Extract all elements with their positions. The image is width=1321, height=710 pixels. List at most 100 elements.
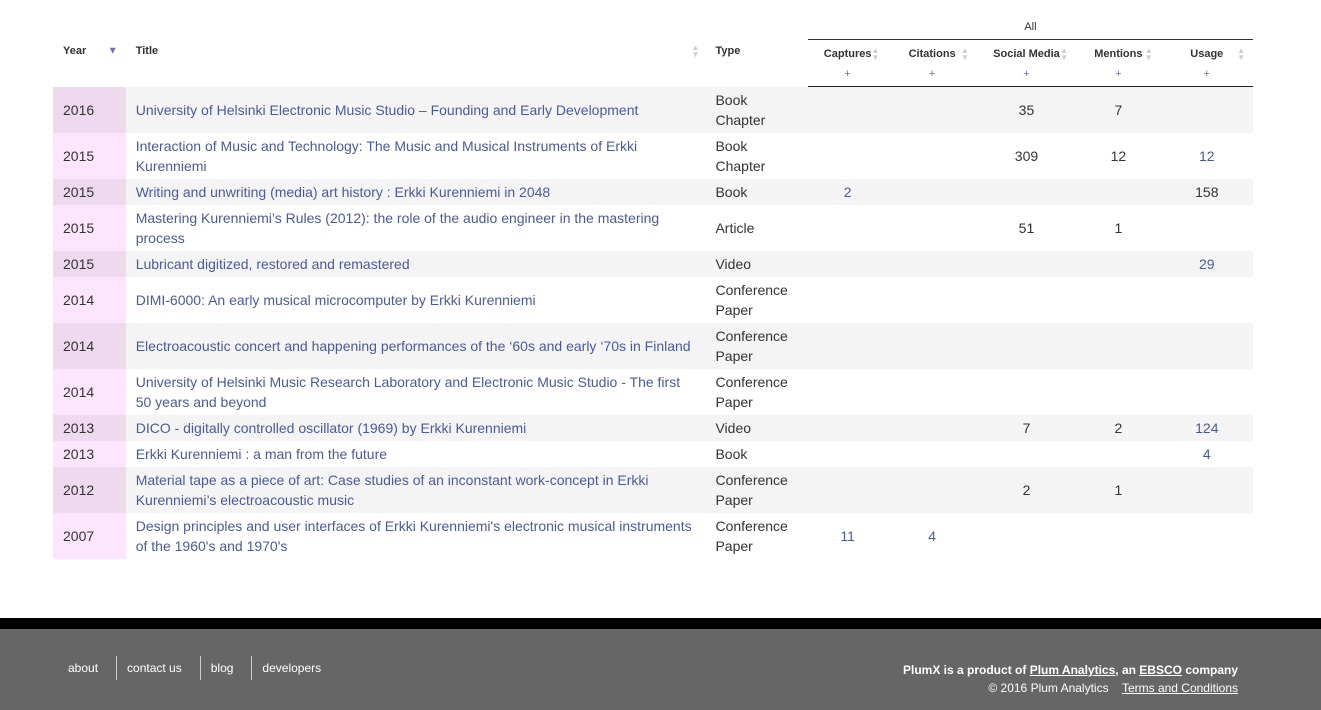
- year-cell: 2015: [53, 205, 126, 251]
- usage-count-link[interactable]: 4: [1203, 446, 1211, 462]
- mentions-header[interactable]: Mentions ▲ ▼ +: [1076, 39, 1161, 87]
- captures-count-link[interactable]: 2: [844, 184, 852, 200]
- title-link[interactable]: DICO - digitally controlled oscillator (…: [136, 420, 527, 436]
- type-cell: Conference Paper: [715, 374, 788, 410]
- mentions-cell: 7: [1114, 102, 1123, 118]
- table-row: 2012 Material tape as a piece of art: Ca…: [53, 467, 1253, 513]
- type-cell: Book: [715, 184, 748, 200]
- type-header[interactable]: Type: [707, 15, 807, 87]
- citations-count-link[interactable]: 4: [928, 528, 936, 544]
- expand-plus-icon[interactable]: +: [808, 68, 888, 80]
- title-link[interactable]: University of Helsinki Electronic Music …: [136, 102, 639, 118]
- title-link[interactable]: Design principles and user interfaces of…: [136, 518, 692, 554]
- type-cell: Video: [715, 420, 752, 436]
- social-cell: 2: [1022, 482, 1031, 498]
- type-cell: Book Chapter: [715, 91, 766, 128]
- title-link[interactable]: Erkki Kurenniemi : a man from the future: [136, 446, 387, 462]
- mentions-cell: [1076, 277, 1161, 323]
- year-header[interactable]: Year ▼: [53, 15, 126, 87]
- social-header[interactable]: Social Media ▲ ▼ +: [976, 39, 1077, 87]
- sort-icon[interactable]: ▲ ▼: [692, 43, 700, 58]
- expand-plus-icon[interactable]: +: [1076, 68, 1161, 80]
- year-cell: 2014: [53, 323, 126, 369]
- expand-plus-icon[interactable]: +: [1161, 68, 1253, 80]
- sort-desc-icon[interactable]: ▼: [108, 46, 118, 56]
- usage-count-link[interactable]: 124: [1195, 420, 1218, 436]
- mentions-cell: 12: [1110, 148, 1127, 164]
- usage-count-link[interactable]: 12: [1199, 148, 1215, 164]
- captures-cell: [808, 277, 888, 323]
- footer-link-developers[interactable]: developers: [252, 656, 339, 680]
- title-link[interactable]: DIMI-6000: An early musical microcompute…: [136, 292, 536, 308]
- year-cell: 2015: [53, 251, 126, 277]
- captures-header[interactable]: Captures ▲ ▼ +: [807, 39, 888, 87]
- expand-plus-icon[interactable]: +: [977, 68, 1076, 80]
- footer-link-blog[interactable]: blog: [201, 656, 253, 680]
- year-cell: 2012: [53, 467, 126, 513]
- title-link[interactable]: Material tape as a piece of art: Case st…: [136, 472, 649, 508]
- mentions-cell: 1: [1114, 220, 1123, 236]
- mentions-cell: [1076, 251, 1161, 277]
- title-link[interactable]: Lubricant digitized, restored and remast…: [136, 256, 410, 272]
- sort-icon[interactable]: ▲ ▼: [1060, 47, 1068, 62]
- research-output-table: Year ▼ Title ▲ ▼ Type All Captures ▲ ▼ + Citati…: [53, 15, 1253, 559]
- table-row: 2014 DIMI-6000: An early musical microco…: [53, 277, 1253, 323]
- citations-cell: [887, 415, 976, 441]
- captures-cell: [808, 415, 888, 441]
- captures-cell: [808, 205, 888, 251]
- social-cell: 51: [1018, 220, 1035, 236]
- footer-link-about[interactable]: about: [58, 656, 118, 680]
- sort-icon[interactable]: ▲ ▼: [872, 47, 880, 62]
- footer: about contact us blog developers PlumX is a…: [0, 618, 1321, 710]
- expand-plus-icon[interactable]: +: [887, 68, 976, 80]
- sort-icon[interactable]: ▲ ▼: [1145, 47, 1153, 62]
- table-row: 2015 Writing and unwriting (media) art h…: [53, 179, 1253, 205]
- table-row: 2014 University of Helsinki Music Resear…: [53, 369, 1253, 415]
- type-cell: Conference Paper: [715, 282, 788, 318]
- footer-link-contact-us[interactable]: contact us: [117, 656, 201, 680]
- ebsco-link[interactable]: EBSCO: [1139, 663, 1182, 677]
- sort-icon[interactable]: ▲ ▼: [961, 47, 969, 62]
- table-row: 2015 Mastering Kurenniemi’s Rules (2012)…: [53, 205, 1253, 251]
- captures-cell: [808, 87, 888, 134]
- captures-cell: [808, 133, 888, 179]
- social-cell: [977, 179, 1076, 205]
- usage-cell: [1161, 87, 1253, 134]
- mentions-cell: 2: [1114, 420, 1123, 436]
- usage-cell: 158: [1195, 184, 1219, 200]
- title-header[interactable]: Title ▲ ▼: [126, 15, 708, 87]
- captures-count-link[interactable]: 11: [840, 528, 855, 544]
- usage-header[interactable]: Usage ▲ ▼ +: [1160, 39, 1253, 87]
- plum-analytics-link[interactable]: Plum Analytics: [1030, 663, 1116, 677]
- type-cell: Conference Paper: [715, 328, 788, 364]
- social-cell: [977, 277, 1076, 323]
- table-row: 2007 Design principles and user interfac…: [53, 513, 1253, 559]
- citations-cell: [887, 277, 976, 323]
- year-cell: 2013: [53, 441, 126, 467]
- mentions-cell: [1076, 513, 1161, 559]
- social-cell: [977, 513, 1076, 559]
- social-cell: 7: [1022, 420, 1031, 436]
- year-cell: 2015: [53, 133, 126, 179]
- type-cell: Book: [715, 446, 748, 462]
- citations-cell: [887, 179, 976, 205]
- title-link[interactable]: Writing and unwriting (media) art histor…: [136, 184, 550, 200]
- table-row: 2013 Erkki Kurenniemi : a man from the f…: [53, 441, 1253, 467]
- terms-link[interactable]: Terms and Conditions: [1122, 681, 1238, 695]
- captures-cell: [808, 251, 888, 277]
- citations-header[interactable]: Citations ▲ ▼ +: [887, 39, 977, 87]
- title-link[interactable]: Mastering Kurenniemi’s Rules (2012): the…: [136, 210, 659, 246]
- type-cell: Book Chapter: [715, 138, 766, 174]
- table-row: 2014 Electroacoustic concert and happeni…: [53, 323, 1253, 369]
- year-cell: 2014: [53, 277, 126, 323]
- usage-count-link[interactable]: 29: [1199, 256, 1215, 272]
- title-link[interactable]: University of Helsinki Music Research La…: [136, 374, 680, 410]
- sort-icon[interactable]: ▲ ▼: [1237, 47, 1245, 62]
- year-cell: 2007: [53, 513, 126, 559]
- citations-cell: [887, 467, 976, 513]
- table-row: 2015 Lubricant digitized, restored and r…: [53, 251, 1253, 277]
- citations-cell: [887, 87, 976, 134]
- title-link[interactable]: Electroacoustic concert and happening pe…: [136, 338, 691, 354]
- mentions-cell: [1076, 323, 1161, 369]
- title-link[interactable]: Interaction of Music and Technology: The…: [136, 138, 637, 174]
